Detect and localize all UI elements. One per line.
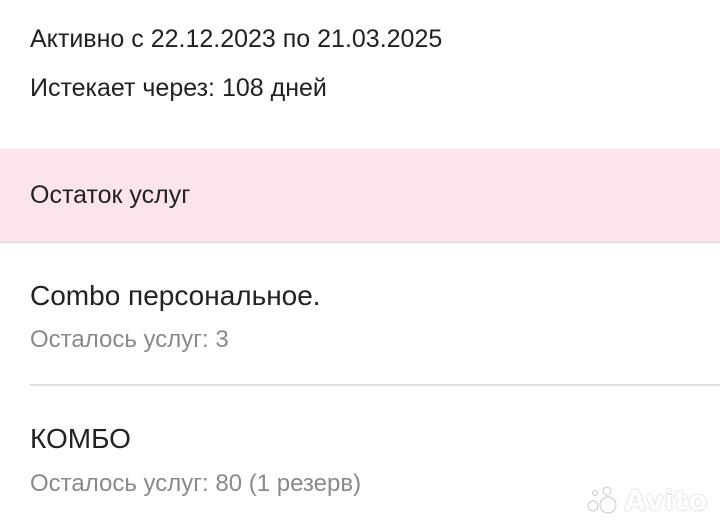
service-name: КОМБО xyxy=(30,423,131,454)
service-name: Combo персональное. xyxy=(30,280,321,311)
service-list-item[interactable]: Combo персональное. Осталось услуг: 3 xyxy=(0,243,720,386)
service-remaining-count: Осталось услуг: 80 (1 резерв) xyxy=(30,470,362,497)
avito-logo-icon xyxy=(587,486,617,514)
services-remaining-header: Остаток услуг xyxy=(0,149,720,243)
avito-watermark: Avito xyxy=(584,482,708,518)
service-remaining-count: Осталось услуг: 3 xyxy=(30,326,229,353)
expires-in-text: Истекает через: 108 дней xyxy=(30,74,327,102)
active-period-text: Активно с 22.12.2023 по 21.03.2025 xyxy=(30,25,443,53)
subscription-screen: Активно с 22.12.2023 по 21.03.2025 Истек… xyxy=(0,0,720,528)
watermark-text: Avito xyxy=(624,483,708,517)
section-title: Остаток услуг xyxy=(30,181,191,209)
